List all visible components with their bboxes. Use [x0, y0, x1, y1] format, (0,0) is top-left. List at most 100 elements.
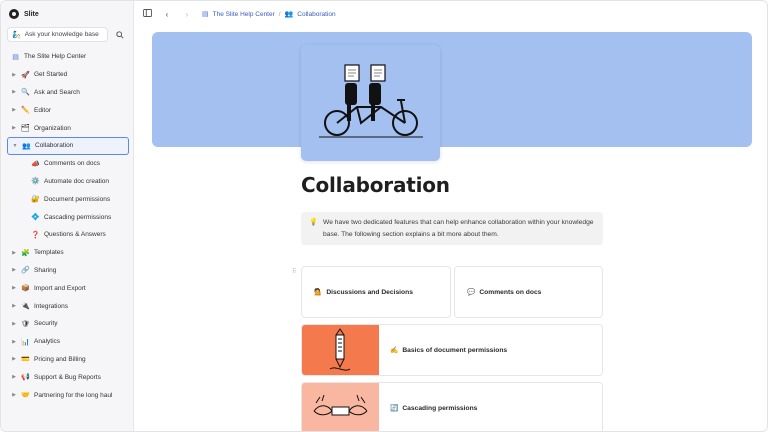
pen-illustration — [329, 328, 351, 371]
sidebar-item-label: Ask and Search — [34, 88, 80, 96]
sidebar-item-collaboration[interactable]: ▼ 👥 Collaboration — [7, 136, 129, 155]
workspace-switcher[interactable]: Slite — [9, 8, 39, 20]
card-label: Discussions and Decisions — [326, 288, 413, 296]
back-arrow-icon[interactable]: ‹ — [162, 10, 172, 19]
handshake-icon: 🤝 — [21, 392, 30, 400]
card-thumbnail — [302, 383, 379, 431]
doc-card-discussions-decisions[interactable]: 💁 Discussions and Decisions — [301, 266, 451, 318]
drag-handle-icon[interactable]: ⠿ — [292, 268, 296, 275]
sidebar-item-comments-on-docs[interactable]: 📣 Comments on docs — [7, 155, 129, 173]
shield-icon: 🛡 — [21, 320, 30, 328]
sidebar-item-label: Cascading permissions — [44, 213, 112, 221]
search-row: 🧞 Ask your knowledge base — [7, 27, 128, 42]
ask-label: Ask your knowledge base — [24, 31, 99, 38]
sidebar-item-ask-and-search[interactable]: ▶ 🔍 Ask and Search — [7, 84, 129, 102]
sidebar-item-security[interactable]: ▶ 🛡 Security — [7, 315, 129, 333]
sidebar-item-templates[interactable]: ▶ 🧩 Templates — [7, 244, 129, 262]
diamond-icon: 💠 — [31, 214, 40, 222]
search-button[interactable] — [112, 27, 128, 42]
box-icon: 📦 — [21, 285, 30, 293]
doc-card-basics-permissions[interactable]: ✍️ Basics of document permissions — [301, 324, 603, 376]
sidebar-item-editor[interactable]: ▶ ✏️ Editor — [7, 101, 129, 119]
puzzle-icon: 🧩 — [21, 249, 30, 257]
search-icon — [116, 30, 124, 39]
lightbulb-icon: 💡 — [309, 219, 318, 226]
loudspeaker-icon: 📢 — [21, 374, 30, 382]
book-icon: ▤ — [12, 53, 19, 61]
sidebar-item-questions-answers[interactable]: ❓ Questions & Answers — [7, 226, 129, 244]
sidebar-item-sharing[interactable]: ▶ 🔗 Sharing — [7, 262, 129, 280]
sidebar-item-label: Organization — [34, 124, 71, 132]
card-title: 💁 Discussions and Decisions — [314, 288, 413, 297]
sidebar-item-cascading-permissions[interactable]: 💠 Cascading permissions — [7, 208, 129, 226]
breadcrumb-item[interactable]: Collaboration — [297, 11, 335, 18]
toggle-sidebar-icon[interactable] — [142, 9, 152, 19]
sidebar-item-partnering[interactable]: ▶ 🤝 Partnering for the long haul — [7, 386, 129, 404]
link-icon: 🔗 — [21, 267, 30, 275]
chevron-down-icon[interactable]: ▼ — [12, 143, 18, 149]
sidebar-item-label: Editor — [34, 106, 51, 114]
hands-illustration — [313, 394, 368, 416]
chevron-right-icon[interactable]: ▶ — [11, 107, 17, 113]
chevron-right-icon[interactable]: ▶ — [11, 72, 17, 78]
sidebar: Slite 🧞 Ask your knowledge base ▤ The Sl… — [1, 1, 134, 431]
speech-bubble-icon: 💬 — [467, 289, 476, 296]
card-label: Basics of document permissions — [402, 346, 508, 354]
chevron-right-icon[interactable]: ▶ — [11, 89, 17, 95]
cover-illustration — [301, 45, 440, 161]
sidebar-item-label: Pricing and Billing — [34, 355, 86, 363]
sidebar-item-label: The Slite Help Center — [24, 53, 87, 61]
doc-card-comments-on-docs[interactable]: 💬 Comments on docs — [454, 266, 603, 318]
sidebar-item-label: Integrations — [34, 302, 68, 310]
sidebar-item-organization[interactable]: ▶ 🗂 Organization — [7, 119, 129, 137]
breadcrumb-item[interactable]: The Slite Help Center — [213, 11, 275, 18]
sidebar-nav: ▤ The Slite Help Center ▶ 🚀 Get Started … — [7, 48, 129, 404]
chevron-right-icon[interactable]: ▶ — [11, 339, 17, 345]
sidebar-item-label: Partnering for the long haul — [34, 391, 113, 399]
info-callout: 💡 We have two dedicated features that ca… — [301, 212, 603, 245]
ask-knowledge-base-button[interactable]: 🧞 Ask your knowledge base — [7, 27, 108, 42]
sidebar-item-get-started[interactable]: ▶ 🚀 Get Started — [7, 66, 129, 84]
rocket-icon: 🚀 — [21, 71, 30, 79]
sidebar-item-label: Analytics — [34, 338, 61, 346]
plug-icon: 🔌 — [21, 303, 30, 311]
sidebar-item-support-bug-reports[interactable]: ▶ 📢 Support & Bug Reports — [7, 368, 129, 386]
sidebar-item-analytics[interactable]: ▶ 📊 Analytics — [7, 333, 129, 351]
forward-arrow-icon[interactable]: › — [182, 10, 192, 19]
sidebar-item-label: Import and Export — [34, 284, 86, 292]
card-label: Comments on docs — [479, 288, 542, 296]
chart-icon: 📊 — [21, 338, 30, 346]
chevron-right-icon[interactable]: ▶ — [11, 392, 17, 398]
workspace-name: Slite — [24, 10, 39, 18]
card-title: 💬 Comments on docs — [467, 288, 542, 297]
pencil-icon: ✏️ — [21, 107, 30, 115]
chevron-right-icon[interactable]: ▶ — [11, 267, 17, 273]
gear-icon: ⚙️ — [31, 178, 40, 186]
app-window: Slite 🧞 Ask your knowledge base ▤ The Sl… — [0, 0, 768, 432]
doc-card-cascading-permissions[interactable]: 🔄 Cascading permissions — [301, 382, 603, 431]
sidebar-item-automate-doc-creation[interactable]: ⚙️ Automate doc creation — [7, 173, 129, 191]
tandem-bike-illustration — [319, 64, 423, 138]
sidebar-item-document-permissions[interactable]: 🔐 Document permissions — [7, 190, 129, 208]
chevron-right-icon[interactable]: ▶ — [11, 250, 17, 256]
chevron-right-icon[interactable]: ▶ — [11, 285, 17, 291]
sidebar-item-import-export[interactable]: ▶ 📦 Import and Export — [7, 279, 129, 297]
sidebar-item-help-center[interactable]: ▤ The Slite Help Center — [7, 48, 129, 66]
sidebar-item-pricing-billing[interactable]: ▶ 💳 Pricing and Billing — [7, 351, 129, 369]
sidebar-item-label: Security — [34, 320, 58, 328]
chevron-right-icon[interactable]: ▶ — [11, 374, 17, 380]
folder-icon: 🗂 — [21, 125, 30, 133]
chevron-right-icon[interactable]: ▶ — [11, 125, 17, 131]
chevron-right-icon[interactable]: ▶ — [11, 356, 17, 362]
sidebar-item-label: Questions & Answers — [44, 231, 106, 239]
sidebar-item-label: Templates — [34, 249, 64, 257]
slite-logo-icon — [9, 9, 19, 19]
sidebar-item-label: Support & Bug Reports — [34, 373, 101, 381]
chevron-right-icon[interactable]: ▶ — [11, 321, 17, 327]
sidebar-item-label: Collaboration — [35, 142, 74, 150]
sidebar-item-integrations[interactable]: ▶ 🔌 Integrations — [7, 297, 129, 315]
cover-banner — [152, 32, 752, 147]
person-icon: 💁 — [314, 289, 323, 296]
arrows-icon: 🔄 — [390, 405, 399, 412]
chevron-right-icon[interactable]: ▶ — [11, 303, 17, 309]
